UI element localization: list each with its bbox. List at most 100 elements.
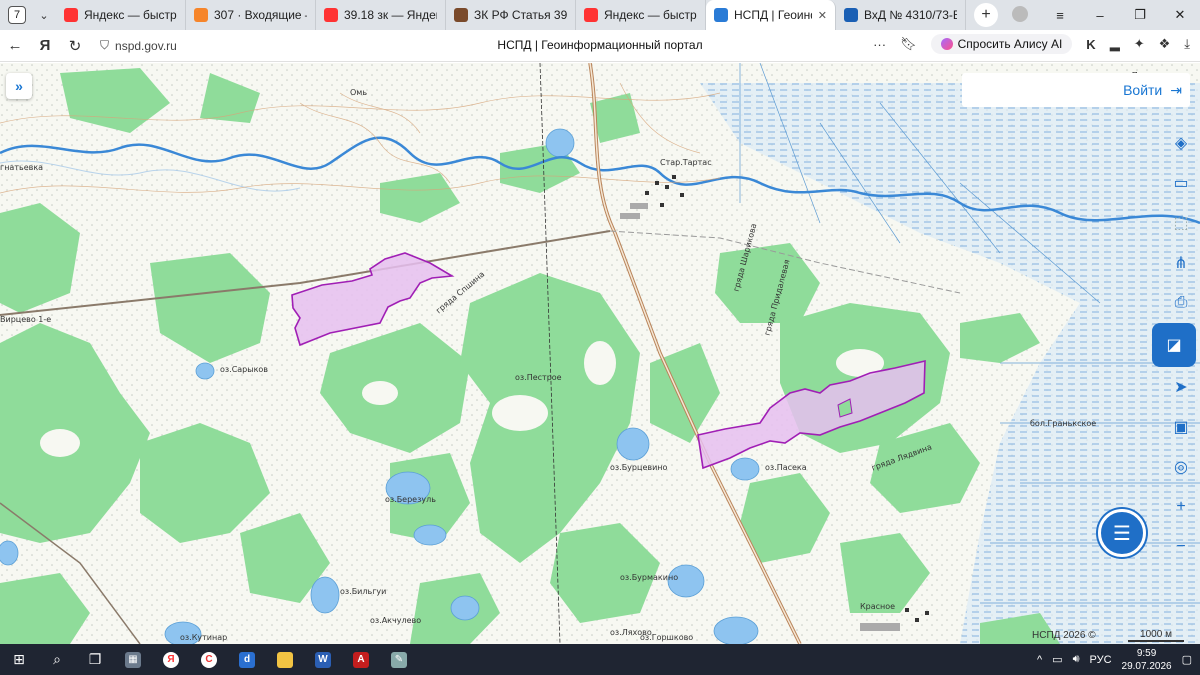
language-indicator[interactable]: РУС: [1090, 654, 1112, 666]
windows-start-icon[interactable]: ⊞: [0, 644, 38, 675]
browser-tab-4[interactable]: Яндекс — быстрый: [576, 0, 706, 30]
navigate-icon[interactable]: ➤: [1166, 367, 1196, 407]
minimap-icon[interactable]: ▣: [1166, 407, 1196, 447]
url-field[interactable]: ⛉ nspd.gov.ru: [100, 38, 177, 53]
new-tab-button[interactable]: +: [974, 3, 998, 27]
app-icon-3[interactable]: d: [228, 644, 266, 675]
tab-title: 39.18 зк — Яндекс: н: [344, 8, 437, 22]
browser-tab-2[interactable]: 39.18 зк — Яндекс: н: [316, 0, 446, 30]
map-canvas: [0, 63, 1200, 644]
alice-button[interactable]: Спросить Алису AI: [930, 34, 1073, 54]
ruler-icon[interactable]: ▭: [1166, 163, 1196, 203]
tab-title: ВхД № 4310/73-Вх: [864, 8, 957, 22]
map-label: Вирцево 1-е: [0, 315, 52, 324]
browser-tab-strip: 7 ⌄ Яндекс — быстрый 307 · Входящие — Я 39…: [0, 0, 1200, 30]
browser-tab-0[interactable]: Яндекс — быстрый: [56, 0, 186, 30]
close-tab-icon[interactable]: ✕: [818, 9, 827, 22]
tabs-dropdown-icon[interactable]: ⌄: [32, 9, 56, 22]
zoom-out-icon[interactable]: −: [1166, 527, 1196, 567]
map-toolbar: ◈ ▭ ⬚ ⋔ ⎙ ◪ ➤ ▣ ◎ + −: [1152, 123, 1196, 567]
tab-title: Яндекс — быстрый: [604, 8, 697, 22]
clock[interactable]: 9:59 29.07.2026: [1122, 647, 1172, 673]
close-icon[interactable]: ✕: [1160, 7, 1200, 23]
bookmark-icon[interactable]: 🔖︎: [900, 36, 917, 52]
browser-tab-1[interactable]: 307 · Входящие — Я: [186, 0, 316, 30]
url-text: nspd.gov.ru: [115, 38, 177, 53]
map-label: оз.Бурмакино: [620, 573, 679, 582]
word-icon[interactable]: W: [304, 644, 342, 675]
tab-title: ЗК РФ Статья 39.18.: [474, 8, 567, 22]
tab-counter[interactable]: 7: [8, 6, 26, 24]
locate-icon[interactable]: ◎: [1166, 447, 1196, 487]
back-icon[interactable]: ←: [0, 37, 30, 54]
map-label: оз.Бильгуи: [340, 587, 387, 596]
yandex-icon: [64, 8, 78, 22]
volume-icon[interactable]: 🔊︎: [1073, 653, 1080, 666]
app-icon-4[interactable]: ✎: [380, 644, 418, 675]
print-icon[interactable]: ⎙: [1166, 283, 1196, 323]
yandex-icon: [324, 8, 338, 22]
map-label: Омь: [350, 88, 368, 97]
app-icon-2[interactable]: C: [190, 644, 228, 675]
reload-icon[interactable]: ↻: [60, 37, 90, 55]
login-label: Войти: [1123, 82, 1163, 98]
zoom-in-icon[interactable]: +: [1166, 487, 1196, 527]
window-controls: ≡ – ❐ ✕: [1000, 0, 1200, 30]
tab-title: НСПД | Геоинфор: [734, 8, 812, 22]
map-label: оз.Березуль: [385, 495, 436, 504]
task-view-icon[interactable]: ❐: [76, 644, 114, 675]
notifications-icon[interactable]: ▢: [1182, 653, 1192, 666]
map-viewport[interactable]: Омь Стар.Тартас гнатьевка Вирцево 1-е гряда …: [0, 63, 1200, 644]
expand-panel-button[interactable]: »: [6, 73, 32, 99]
yandex-button-icon[interactable]: Я: [30, 37, 60, 54]
mail-icon: [194, 8, 208, 22]
minimize-icon[interactable]: –: [1080, 8, 1120, 23]
folder-icon[interactable]: [266, 644, 304, 675]
nspd-logo-icon[interactable]: ◪: [1152, 323, 1196, 367]
map-label: оз.Кутинар: [180, 633, 228, 642]
hat-icon[interactable]: ▂: [1110, 36, 1120, 52]
tray-up-icon[interactable]: ^: [1037, 654, 1042, 666]
network-icon[interactable]: ▭: [1052, 653, 1062, 666]
login-icon: ⇥: [1170, 81, 1182, 98]
map-attribution: НСПД 2026 ©: [1032, 630, 1096, 641]
share-icon[interactable]: ⋔: [1166, 243, 1196, 283]
shield-icon: ⛉: [100, 38, 110, 52]
app-icon-1[interactable]: ▦: [114, 644, 152, 675]
downloads-icon[interactable]: ⤓: [1184, 36, 1190, 52]
pdf-icon[interactable]: A: [342, 644, 380, 675]
system-tray: ^ ▭ 🔊︎ РУС 9:59 29.07.2026 ▢: [1037, 644, 1192, 675]
profile-icon[interactable]: [1000, 5, 1040, 25]
map-label: оз.Акчулево: [370, 616, 422, 625]
map-label: оз.Ляхово: [610, 628, 652, 637]
menu-icon[interactable]: ≡: [1040, 8, 1080, 23]
chat-icon: ☰: [1113, 522, 1131, 545]
yandex-browser-icon[interactable]: Я: [152, 644, 190, 675]
map-label: оз.Пасека: [765, 463, 807, 472]
select-area-icon[interactable]: ⬚: [1166, 203, 1196, 243]
map-label: оз.Сарыков: [220, 365, 269, 374]
map-label: оз.Пестрое: [515, 373, 562, 382]
layers-icon[interactable]: ◈: [1166, 123, 1196, 163]
browser-tab-6[interactable]: ВхД № 4310/73-Вх: [836, 0, 966, 30]
yandex-icon: [584, 8, 598, 22]
law-icon: [454, 8, 468, 22]
chat-button[interactable]: ☰: [1098, 509, 1146, 557]
map-label: бол.Гранькское: [1030, 419, 1097, 428]
collections-icon[interactable]: ❖: [1159, 36, 1171, 52]
extensions-icon[interactable]: ✦: [1134, 36, 1145, 52]
restore-icon[interactable]: ❐: [1120, 7, 1160, 23]
browser-tab-5[interactable]: НСПД | Геоинфор ✕: [706, 0, 836, 30]
map-scale: 1000 м: [1128, 629, 1184, 642]
map-label: Красное: [860, 602, 896, 611]
map-label: оз.Бурцевино: [610, 463, 668, 472]
address-bar: ← Я ↻ ⛉ nspd.gov.ru НСПД | Геоинформацио…: [0, 30, 1200, 62]
login-button[interactable]: Войти ⇥: [962, 73, 1190, 107]
extension-k-icon[interactable]: K: [1086, 37, 1095, 52]
more-icon[interactable]: ···: [873, 37, 886, 52]
doc-icon: [844, 8, 858, 22]
search-icon[interactable]: ⌕: [38, 644, 76, 675]
map-label: Стар.Тартас: [660, 158, 712, 167]
nspd-icon: [714, 8, 728, 22]
browser-tab-3[interactable]: ЗК РФ Статья 39.18.: [446, 0, 576, 30]
